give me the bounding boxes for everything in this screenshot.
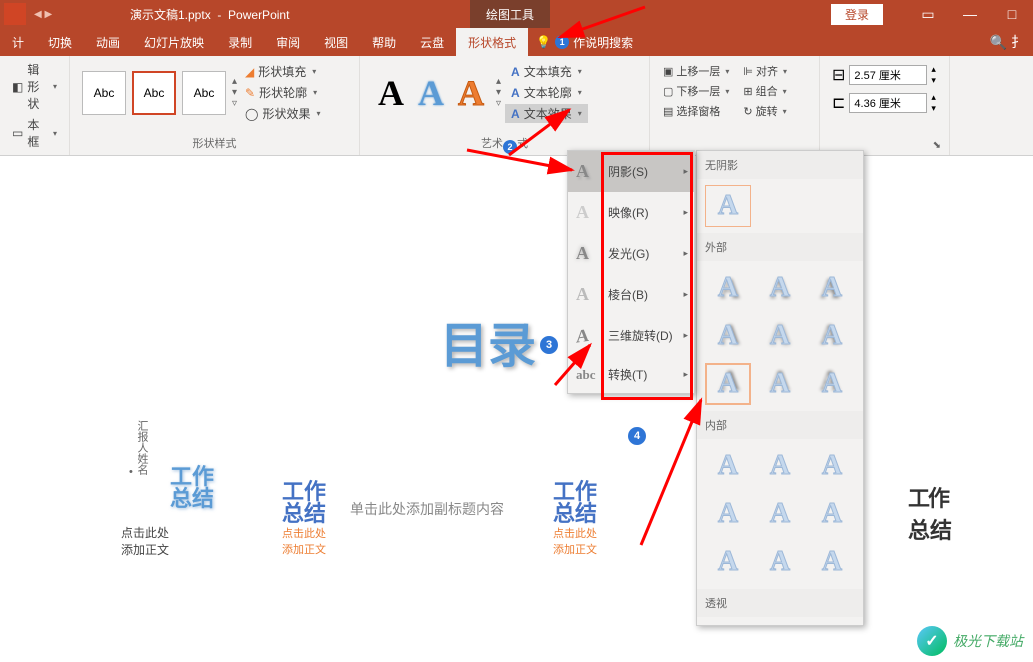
shadow-outer-9[interactable]: A (809, 363, 855, 405)
maximize-button[interactable]: □ (991, 0, 1033, 28)
ribbon-tabs: 计 切换 动画 幻灯片放映 录制 审阅 视图 帮助 云盘 形状格式 💡 1 作说… (0, 28, 1033, 56)
login-button[interactable]: 登录 (831, 4, 883, 25)
align-button[interactable]: ⊫对齐▾ (740, 62, 790, 80)
slide-title[interactable]: 目录 (440, 320, 536, 373)
tab-slideshow[interactable]: 幻灯片放映 (132, 28, 216, 56)
bulb-icon: 💡 (536, 35, 551, 49)
contextual-tab-label: 绘图工具 (470, 0, 550, 28)
shadow-inner-5[interactable]: A (757, 493, 803, 535)
tab-record[interactable]: 录制 (216, 28, 264, 56)
watermark-icon: ✓ (917, 626, 947, 656)
shadow-outer-6[interactable]: A (809, 315, 855, 357)
shadow-inner-4[interactable]: A (705, 493, 751, 535)
watermark: ✓ 极光下载站 (917, 626, 1023, 656)
text-effects-button[interactable]: A文本效果▾ (505, 104, 588, 123)
tab-design[interactable]: 计 (0, 28, 36, 56)
shadow-inner-header: 内部 (697, 411, 863, 439)
group-shape-styles: 形状样式 (78, 133, 351, 151)
shadow-inner-7[interactable]: A (705, 541, 751, 583)
tab-review[interactable]: 审阅 (264, 28, 312, 56)
app-icon (4, 3, 26, 25)
shadow-inner-9[interactable]: A (809, 541, 855, 583)
badge-1: 1 (555, 35, 569, 49)
shadow-inner-2[interactable]: A (757, 445, 803, 487)
tab-shape-format[interactable]: 形状格式 (456, 28, 528, 56)
width-input[interactable]: ⊏4.36 厘米▴▾ (832, 92, 937, 114)
shape-style-gallery[interactable]: Abc Abc Abc (78, 67, 230, 119)
work-title-4: 工作总结 (908, 481, 952, 545)
badge-3: 3 (540, 336, 558, 354)
shadow-inner-1[interactable]: A (705, 445, 751, 487)
width-icon: ⊏ (832, 93, 845, 113)
text-fill-button[interactable]: A文本填充▾ (505, 62, 588, 81)
tab-help[interactable]: 帮助 (360, 28, 408, 56)
shadow-inner-3[interactable]: A (809, 445, 855, 487)
tab-transitions[interactable]: 切换 (36, 28, 84, 56)
badge-2: 2 (503, 140, 517, 154)
window-title: 演示文稿1.pptx - PowerPoint (130, 6, 289, 23)
tab-animations[interactable]: 动画 (84, 28, 132, 56)
wordart-style-1[interactable]: A (378, 72, 404, 114)
work-title-2: 工作总结 (282, 481, 326, 525)
shadow-none-header: 无阴影 (697, 151, 863, 179)
shadow-inner-8[interactable]: A (757, 541, 803, 583)
badge-4: 4 (628, 427, 646, 445)
group-wordart: 艺术2式 (368, 133, 641, 151)
minimize-button[interactable]: — (949, 0, 991, 28)
text-outline-button[interactable]: A文本轮廓▾ (505, 83, 588, 102)
shape-style-2[interactable]: Abc (132, 71, 176, 115)
shape-style-1[interactable]: Abc (82, 71, 126, 115)
rotate-button[interactable]: ↻旋转▾ (740, 102, 790, 120)
menu-bevel[interactable]: A棱台(B)▸ (568, 274, 694, 315)
placeholder-text-2[interactable]: 添加正文 (121, 541, 169, 558)
shadow-outer-header: 外部 (697, 233, 863, 261)
height-icon: ⊟ (832, 65, 845, 85)
shape-effects-button[interactable]: ◯形状效果▾ (241, 104, 324, 123)
wordart-style-2[interactable]: A (418, 72, 444, 114)
shadow-outer-1[interactable]: A (705, 267, 751, 309)
shape-fill-button[interactable]: ◢形状填充▾ (241, 62, 324, 81)
menu-shadow[interactable]: A阴影(S)▸ (568, 151, 694, 192)
work-title-1: 工作总结 (170, 466, 214, 510)
work-title-3: 工作总结 (553, 481, 597, 525)
shape-outline-button[interactable]: ✎形状轮廓▾ (241, 83, 324, 102)
shape-style-3[interactable]: Abc (182, 71, 226, 115)
tab-cloud[interactable]: 云盘 (408, 28, 456, 56)
bring-forward-button[interactable]: ▣上移一层▾ (660, 62, 732, 80)
wordart-more-button[interactable]: ▴▾▿ (494, 74, 503, 111)
subtitle-placeholder[interactable]: 单击此处添加副标题内容 (350, 499, 504, 519)
shadow-none-option[interactable]: A (705, 185, 751, 227)
ribbon-options-button[interactable]: ▭ (907, 0, 949, 28)
text-effects-dropdown: A阴影(S)▸ A映像(R)▸ A发光(G)▸ A棱台(B)▸ A三维旋转(D)… (567, 150, 695, 394)
height-input[interactable]: ⊟2.57 厘米▴▾ (832, 64, 937, 86)
selection-pane-button[interactable]: ▤选择窗格 (660, 102, 732, 120)
shadow-gallery: 无阴影 A 外部 A A A A A A A A A 内部 A A A A A … (696, 150, 864, 626)
shadow-outer-3[interactable]: A (809, 267, 855, 309)
shadow-outer-4[interactable]: A (705, 315, 751, 357)
tab-view[interactable]: 视图 (312, 28, 360, 56)
gallery-more-button[interactable]: ▴▾▿ (230, 74, 239, 111)
reporter-text: 汇报人姓名 (136, 420, 148, 475)
menu-transform[interactable]: abc转换(T)▸ (568, 356, 694, 393)
wordart-gallery[interactable]: A A A (368, 66, 494, 120)
shadow-outer-8[interactable]: A (757, 363, 803, 405)
group-button[interactable]: ⊞组合▾ (740, 82, 790, 100)
edit-shape-button[interactable]: ◧辑形状▾ (8, 60, 61, 113)
placeholder-text[interactable]: 点击此处 (121, 524, 169, 541)
slide-canvas[interactable]: 目录 • 汇报人姓名 工作总结 点击此处 添加正文 工作总结 点击此处 添加正文… (0, 156, 1033, 662)
wordart-style-3[interactable]: A (458, 72, 484, 114)
textbox-button[interactable]: ▭本框▾ (8, 115, 61, 151)
menu-3d-rotation[interactable]: A三维旋转(D)▸ (568, 315, 694, 356)
shadow-perspective-header: 透视 (697, 589, 863, 617)
shadow-inner-6[interactable]: A (809, 493, 855, 535)
menu-glow[interactable]: A发光(G)▸ (568, 233, 694, 274)
share-icon[interactable]: 🔍 扌 (990, 32, 1025, 52)
menu-reflection[interactable]: A映像(R)▸ (568, 192, 694, 233)
shadow-outer-2[interactable]: A (757, 267, 803, 309)
send-backward-button[interactable]: ▢下移一层▾ (660, 82, 732, 100)
qat-arrows[interactable]: ◀ ▶ (34, 9, 52, 20)
tell-me-search[interactable]: 💡 1 作说明搜索 (536, 34, 633, 51)
shadow-outer-7[interactable]: A (705, 363, 751, 405)
shadow-outer-5[interactable]: A (757, 315, 803, 357)
